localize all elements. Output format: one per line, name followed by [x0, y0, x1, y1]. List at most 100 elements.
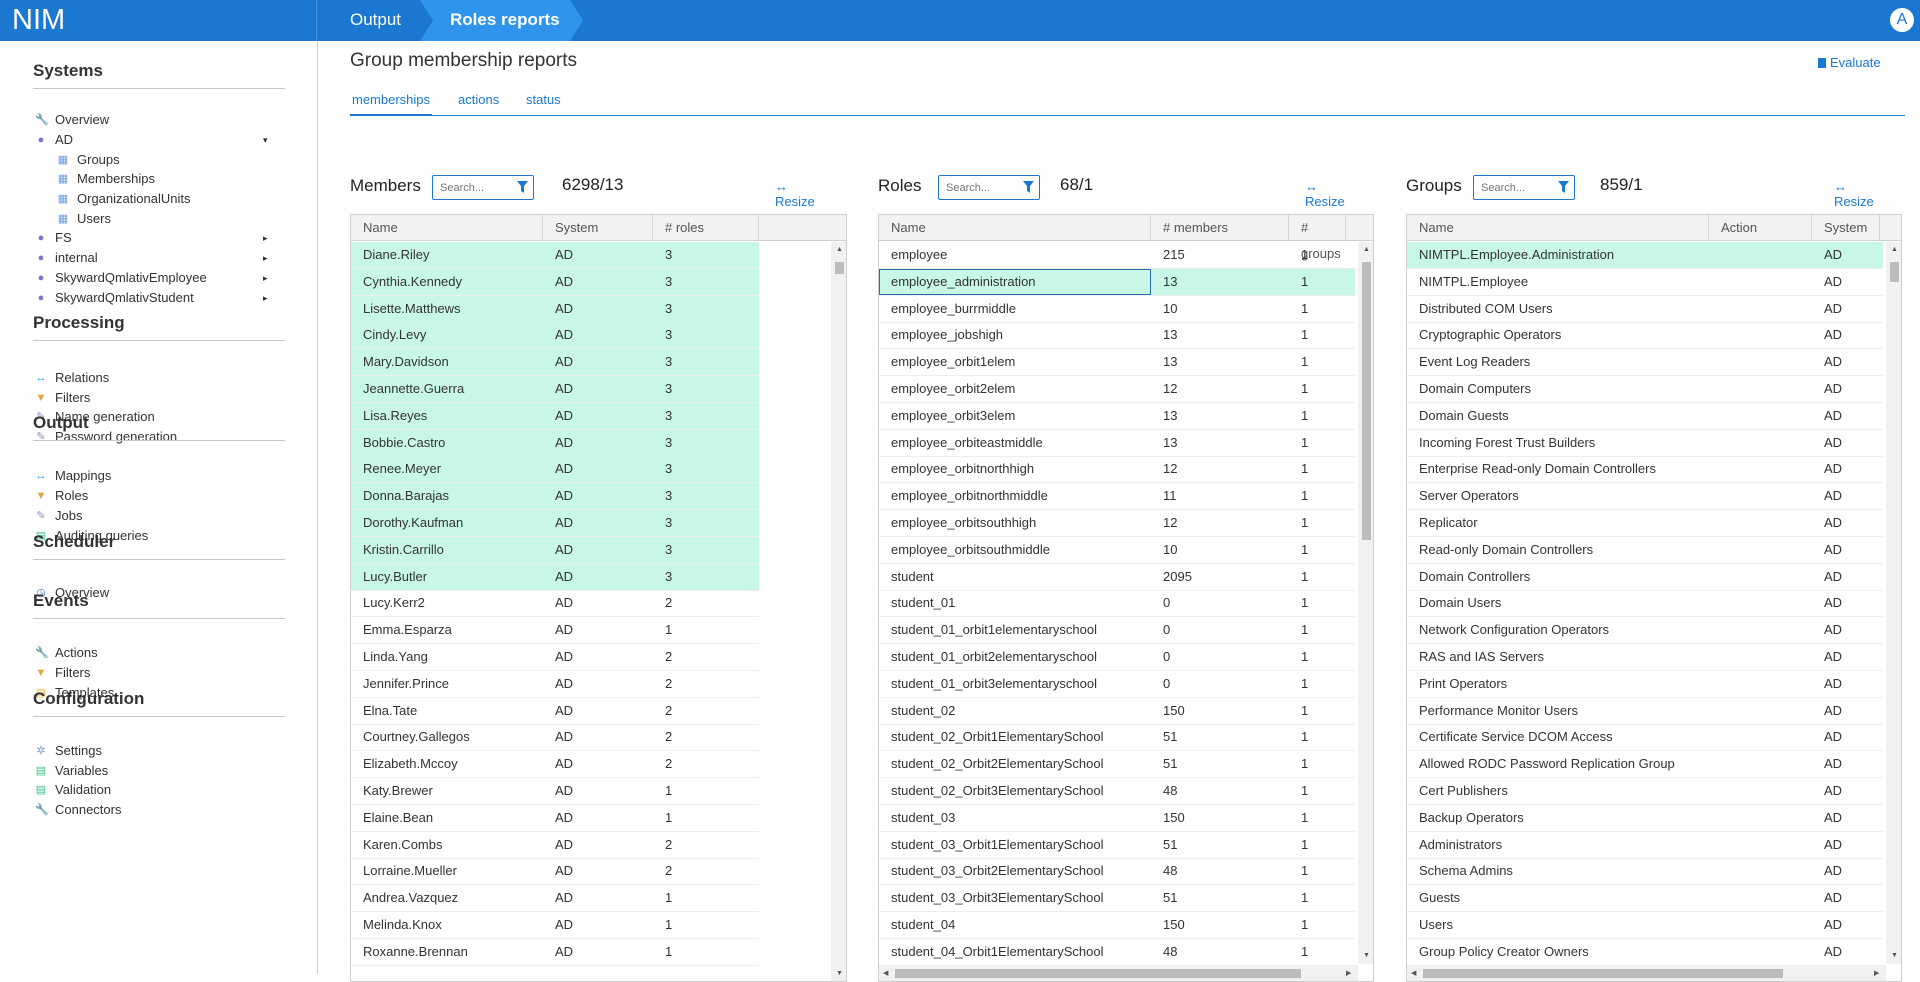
table-row[interactable]: UsersAD	[1407, 912, 1883, 939]
members-search[interactable]	[432, 175, 534, 200]
table-row[interactable]: Incoming Forest Trust BuildersAD	[1407, 430, 1883, 457]
table-row[interactable]: Group Policy Creator OwnersAD	[1407, 939, 1883, 966]
table-row[interactable]: Lucy.ButlerAD3	[351, 564, 759, 591]
table-row[interactable]: Print OperatorsAD	[1407, 671, 1883, 698]
table-row[interactable]: employee_orbit2elem121	[879, 376, 1355, 403]
table-row[interactable]: NIMTPL.EmployeeAD	[1407, 269, 1883, 296]
table-row[interactable]: Allowed RODC Password Replication GroupA…	[1407, 751, 1883, 778]
table-row[interactable]: employee_orbit1elem131	[879, 349, 1355, 376]
chevron-right-icon[interactable]: ▸	[263, 248, 268, 268]
table-row[interactable]: Cindy.LevyAD3	[351, 322, 759, 349]
breadcrumb-roles-reports[interactable]: Roles reports	[420, 0, 583, 41]
chevron-down-icon[interactable]: ▾	[263, 130, 268, 150]
scroll-up-icon[interactable]: ▲	[836, 246, 843, 253]
scroll-down-icon[interactable]: ▼	[1363, 952, 1370, 959]
table-row[interactable]: employee_orbiteastmiddle131	[879, 430, 1355, 457]
table-row[interactable]: employee2151	[879, 242, 1355, 269]
table-row[interactable]: GuestsAD	[1407, 885, 1883, 912]
user-avatar[interactable]: A	[1890, 8, 1914, 32]
scroll-up-icon[interactable]: ▲	[1363, 246, 1370, 253]
table-row[interactable]: student_02_Orbit2ElementarySchool511	[879, 751, 1355, 778]
column-header--members[interactable]: # members	[1151, 215, 1289, 241]
table-row[interactable]: student_021501	[879, 698, 1355, 725]
column-header--roles[interactable]: # roles	[653, 215, 759, 241]
table-row[interactable]: student_01_orbit2elementaryschool01	[879, 644, 1355, 671]
column-header-action[interactable]: Action	[1709, 215, 1812, 241]
table-row[interactable]: Mary.DavidsonAD3	[351, 349, 759, 376]
table-row[interactable]: Enterprise Read-only Domain ControllersA…	[1407, 456, 1883, 483]
table-row[interactable]: employee_orbit3elem131	[879, 403, 1355, 430]
table-row[interactable]: Jeannette.GuerraAD3	[351, 376, 759, 403]
table-row[interactable]: Backup OperatorsAD	[1407, 805, 1883, 832]
column-header-name[interactable]: Name	[351, 215, 543, 241]
table-row[interactable]: Lorraine.MuellerAD2	[351, 858, 759, 885]
table-row[interactable]: Andrea.VazquezAD1	[351, 885, 759, 912]
table-row[interactable]: Event Log ReadersAD	[1407, 349, 1883, 376]
horizontal-scrollbar[interactable]: ◀▶	[879, 965, 1358, 981]
table-row[interactable]: Read-only Domain ControllersAD	[1407, 537, 1883, 564]
breadcrumb-output[interactable]: Output	[318, 0, 428, 41]
table-row[interactable]: Server OperatorsAD	[1407, 483, 1883, 510]
scroll-right-icon[interactable]: ▶	[1346, 969, 1351, 977]
horizontal-scrollbar[interactable]: ◀▶	[1407, 965, 1886, 981]
table-row[interactable]: Katy.BrewerAD1	[351, 778, 759, 805]
filter-icon[interactable]	[1558, 181, 1569, 193]
table-row[interactable]: Donna.BarajasAD3	[351, 483, 759, 510]
table-row[interactable]: student_04_Orbit1ElementarySchool481	[879, 939, 1355, 966]
table-row[interactable]: Renee.MeyerAD3	[351, 456, 759, 483]
table-row[interactable]: RAS and IAS ServersAD	[1407, 644, 1883, 671]
chevron-right-icon[interactable]: ▸	[263, 268, 268, 288]
table-row[interactable]: student_03_Orbit1ElementarySchool511	[879, 832, 1355, 859]
groups-resize-button[interactable]: ↔ Resize	[1834, 179, 1884, 209]
table-row[interactable]: Elna.TateAD2	[351, 698, 759, 725]
table-row[interactable]: Cynthia.KennedyAD3	[351, 269, 759, 296]
column-header-system[interactable]: System	[543, 215, 653, 241]
tab-memberships[interactable]: memberships	[350, 88, 432, 116]
table-row[interactable]: Lisette.MatthewsAD3	[351, 296, 759, 323]
table-row[interactable]: Domain ComputersAD	[1407, 376, 1883, 403]
table-row[interactable]: AdministratorsAD	[1407, 832, 1883, 859]
table-row[interactable]: Courtney.GallegosAD2	[351, 724, 759, 751]
table-row[interactable]: Jennifer.PrinceAD2	[351, 671, 759, 698]
chevron-right-icon[interactable]: ▸	[263, 228, 268, 248]
members-resize-button[interactable]: ↔ Resize	[775, 179, 828, 209]
chevron-right-icon[interactable]: ▸	[263, 288, 268, 308]
vertical-scrollbar[interactable]: ▲▼	[1358, 242, 1374, 964]
table-row[interactable]: Certificate Service DCOM AccessAD	[1407, 724, 1883, 751]
table-row[interactable]: employee_administration131	[879, 269, 1355, 296]
table-row[interactable]: Distributed COM UsersAD	[1407, 296, 1883, 323]
table-row[interactable]: student_03_Orbit2ElementarySchool481	[879, 858, 1355, 885]
scroll-right-icon[interactable]: ▶	[1874, 969, 1879, 977]
table-row[interactable]: student_031501	[879, 805, 1355, 832]
roles-search[interactable]	[938, 175, 1040, 200]
column-header--groups[interactable]: # groups	[1289, 215, 1346, 241]
vertical-scrollbar[interactable]: ▲▼	[831, 242, 847, 982]
scroll-up-icon[interactable]: ▲	[1891, 246, 1898, 253]
table-row[interactable]: Network Configuration OperatorsAD	[1407, 617, 1883, 644]
table-row[interactable]: Roxanne.BrennanAD1	[351, 939, 759, 966]
table-row[interactable]: Emma.EsparzaAD1	[351, 617, 759, 644]
tab-actions[interactable]: actions	[458, 88, 499, 112]
tab-status[interactable]: status	[526, 88, 561, 112]
table-row[interactable]: employee_orbitnorthmiddle111	[879, 483, 1355, 510]
table-row[interactable]: ReplicatorAD	[1407, 510, 1883, 537]
table-row[interactable]: Bobbie.CastroAD3	[351, 430, 759, 457]
scroll-left-icon[interactable]: ◀	[1411, 969, 1416, 977]
table-row[interactable]: Kristin.CarrilloAD3	[351, 537, 759, 564]
table-row[interactable]: student_02_Orbit3ElementarySchool481	[879, 778, 1355, 805]
table-row[interactable]: employee_burrmiddle101	[879, 296, 1355, 323]
table-row[interactable]: Elaine.BeanAD1	[351, 805, 759, 832]
table-row[interactable]: Melinda.KnoxAD1	[351, 912, 759, 939]
table-row[interactable]: Dorothy.KaufmanAD3	[351, 510, 759, 537]
table-row[interactable]: Cert PublishersAD	[1407, 778, 1883, 805]
table-row[interactable]: employee_orbitsouthhigh121	[879, 510, 1355, 537]
filter-icon[interactable]	[1023, 181, 1034, 193]
table-row[interactable]: Elizabeth.MccoyAD2	[351, 751, 759, 778]
table-row[interactable]: student_02_Orbit1ElementarySchool511	[879, 724, 1355, 751]
table-row[interactable]: Karen.CombsAD2	[351, 832, 759, 859]
groups-search-input[interactable]	[1474, 176, 1552, 199]
table-row[interactable]: Lucy.Kerr2AD2	[351, 590, 759, 617]
table-row[interactable]: Linda.YangAD2	[351, 644, 759, 671]
table-row[interactable]: Diane.RileyAD3	[351, 242, 759, 269]
table-row[interactable]: employee_jobshigh131	[879, 322, 1355, 349]
